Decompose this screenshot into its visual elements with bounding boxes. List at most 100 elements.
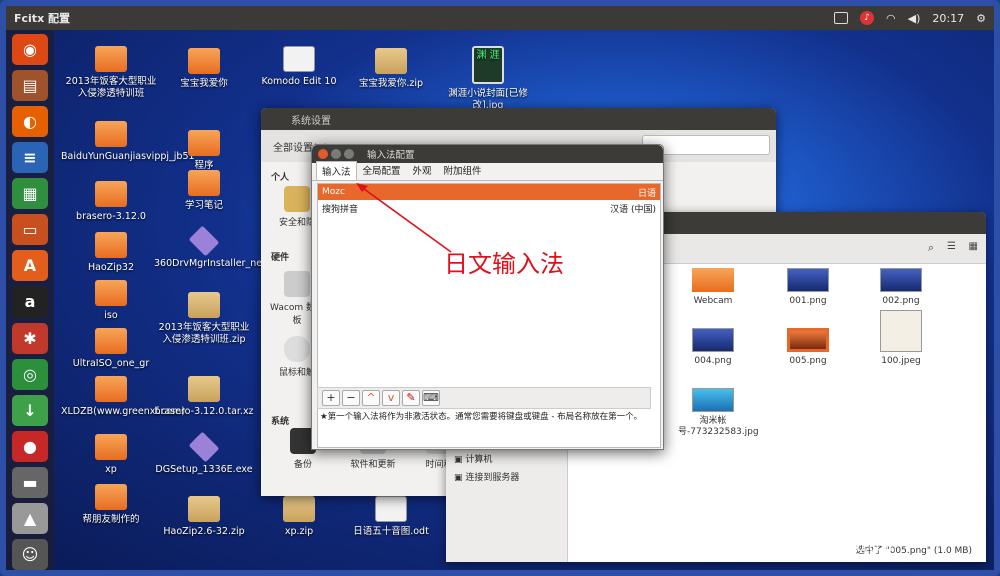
volume-icon[interactable]: ◀) bbox=[908, 12, 921, 25]
system-tray: ♪ ◠ ◀) 20:17 ⚙ bbox=[834, 6, 986, 30]
firefox-icon[interactable]: ◐ bbox=[12, 106, 48, 138]
folder-icon bbox=[95, 328, 127, 354]
keyboard-icon[interactable] bbox=[834, 12, 849, 24]
download-icon[interactable]: ↓ bbox=[12, 394, 48, 426]
writer-icon[interactable]: ≡ bbox=[12, 142, 48, 174]
maximize-icon[interactable] bbox=[344, 149, 354, 159]
installer-icon bbox=[188, 225, 220, 257]
sidebar-item-computer[interactable]: ▣ 计算机 bbox=[454, 452, 492, 465]
folder-icon bbox=[95, 232, 127, 258]
desktop-icon-label: BaiduYunGuanjiasvippj_jb51 bbox=[61, 151, 195, 162]
item-label: 安全和隐 bbox=[278, 218, 315, 228]
desktop-icon-label: UltraISO_one_gr bbox=[72, 358, 150, 369]
add-button[interactable]: + bbox=[322, 390, 340, 406]
desktop-icon[interactable]: Komodo Edit 10 bbox=[249, 46, 349, 88]
close-icon[interactable] bbox=[318, 149, 328, 159]
sidebar-item-connect[interactable]: ▣ 连接到服务器 bbox=[454, 470, 519, 483]
amazon-icon[interactable]: a bbox=[12, 286, 48, 318]
search-icon[interactable]: ⌕ bbox=[928, 241, 934, 255]
section-system: 系统 bbox=[271, 417, 290, 427]
desktop-icon-label: 日语五十音图.odt bbox=[353, 526, 429, 537]
desktop-icon[interactable]: 360DrvMgrInstaller_net.exe bbox=[154, 225, 286, 270]
scanner-icon[interactable]: ▬ bbox=[12, 466, 48, 498]
folder-icon bbox=[95, 46, 127, 72]
file-label: 002.png bbox=[882, 296, 920, 306]
file-webcam[interactable]: Webcam bbox=[678, 268, 748, 307]
section-personal: 个人 bbox=[271, 173, 290, 183]
desktop-icon[interactable]: DGSetup_1336E.exe bbox=[154, 431, 254, 476]
chrome-icon[interactable]: ◎ bbox=[12, 358, 48, 390]
desktop-icon[interactable]: 宝宝我爱你.zip bbox=[341, 48, 441, 90]
clock[interactable]: 20:17 bbox=[932, 12, 964, 25]
desktop-icon[interactable]: XLDZB(www.greenxf.com) bbox=[61, 376, 185, 418]
penguin-icon[interactable]: ☺ bbox=[12, 538, 48, 570]
im-name: Mozc bbox=[322, 187, 345, 197]
calc-icon[interactable]: ▦ bbox=[12, 178, 48, 210]
desktop-icon[interactable]: 程序 bbox=[154, 130, 254, 172]
desktop-icon-label: 360DrvMgrInstaller_net.exe bbox=[154, 258, 286, 269]
netease-icon[interactable]: ♪ bbox=[860, 11, 875, 25]
app-red-icon[interactable]: ● bbox=[12, 430, 48, 462]
app-gray-icon[interactable]: ▲ bbox=[12, 502, 48, 534]
desktop-icon-label: xp bbox=[105, 464, 117, 475]
file-005[interactable]: 005.png bbox=[773, 328, 843, 367]
folder-icon bbox=[95, 434, 127, 460]
file-label: 淘米帐号-773232583.jpg bbox=[678, 416, 759, 437]
configure-button[interactable]: ✎ bbox=[402, 390, 420, 406]
archive-icon bbox=[283, 496, 315, 522]
list-view-icon[interactable]: ☰ bbox=[947, 241, 956, 252]
settings-icon[interactable]: ✱ bbox=[12, 322, 48, 354]
desktop-icon[interactable]: 学习笔记 bbox=[154, 170, 254, 212]
software-center-icon[interactable]: A bbox=[12, 250, 48, 282]
file-100[interactable]: 100.jpeg bbox=[866, 310, 936, 367]
desktop-icon-label: 宝宝我爱你 bbox=[180, 78, 228, 89]
desktop-icon[interactable]: xp.zip bbox=[249, 496, 349, 538]
keyboard-layout-button[interactable]: ⌨ bbox=[422, 390, 440, 406]
desktop-icon[interactable]: UltraISO_one_gr bbox=[61, 328, 161, 370]
window-title: 输入法配置 bbox=[367, 150, 415, 161]
sidebar-item-label: 连接到服务器 bbox=[465, 473, 520, 483]
folder-icon bbox=[188, 170, 220, 196]
desktop-icon[interactable]: 2013年饭客大型职业入侵渗透特训班 bbox=[61, 46, 161, 100]
folder-icon bbox=[95, 181, 127, 207]
grid-view-icon[interactable]: ▦ bbox=[969, 241, 978, 252]
im-language: 汉语 (中国) bbox=[610, 204, 656, 215]
files-icon[interactable]: ▤ bbox=[12, 70, 48, 102]
desktop-icon[interactable]: 日语五十音图.odt bbox=[341, 496, 441, 538]
folder-icon bbox=[692, 268, 734, 292]
desktop-icon[interactable]: 2013年饭客大型职业入侵渗透特训班.zip bbox=[154, 292, 254, 346]
file-label: 100.jpeg bbox=[881, 356, 921, 366]
desktop-icon[interactable]: xp bbox=[61, 434, 161, 476]
image-thumbnail bbox=[880, 310, 922, 352]
desktop-icon-label: Komodo Edit 10 bbox=[261, 76, 337, 87]
desktop-icon[interactable]: 渊 涯渊涯小说封面[已修改].jpg bbox=[438, 46, 538, 112]
document-icon bbox=[375, 496, 407, 522]
file-taomi[interactable]: 淘米帐号-773232583.jpg bbox=[678, 388, 759, 438]
minimize-icon[interactable] bbox=[331, 149, 341, 159]
archive-icon bbox=[188, 292, 220, 318]
desktop-icon[interactable]: HaoZip32 bbox=[61, 232, 161, 274]
desktop-icon[interactable]: 宝宝我爱你 bbox=[154, 48, 254, 90]
desktop-icon[interactable]: brasero-3.12.0 bbox=[61, 181, 161, 223]
file-001[interactable]: 001.png bbox=[773, 268, 843, 307]
file-004[interactable]: 004.png bbox=[678, 328, 748, 367]
remove-button[interactable]: − bbox=[342, 390, 360, 406]
file-002[interactable]: 002.png bbox=[866, 268, 936, 307]
desktop-icon[interactable]: brasero-3.12.0.tar.xz bbox=[154, 376, 254, 418]
desktop-icon[interactable]: 帮朋友制作的 bbox=[61, 484, 161, 526]
desktop-icon[interactable]: HaoZip2.6-32.zip bbox=[154, 496, 254, 538]
file-label: 005.png bbox=[789, 356, 827, 366]
gear-icon[interactable]: ⚙ bbox=[976, 12, 986, 25]
ubuntu-icon[interactable]: ◉ bbox=[12, 34, 48, 66]
folder-icon bbox=[95, 484, 127, 510]
desktop-icon[interactable]: BaiduYunGuanjiasvippj_jb51 bbox=[61, 121, 195, 163]
button-bar: + − ^ v ✎ ⌨ bbox=[317, 387, 651, 409]
im-language: 日语 bbox=[637, 188, 656, 199]
move-up-button[interactable]: ^ bbox=[362, 390, 380, 406]
desktop-icon[interactable]: iso bbox=[61, 280, 161, 322]
folder-icon bbox=[95, 280, 127, 306]
section-hardware: 硬件 bbox=[271, 253, 290, 263]
impress-icon[interactable]: ▭ bbox=[12, 214, 48, 246]
move-down-button[interactable]: v bbox=[382, 390, 400, 406]
wifi-icon[interactable]: ◠ bbox=[886, 12, 896, 25]
